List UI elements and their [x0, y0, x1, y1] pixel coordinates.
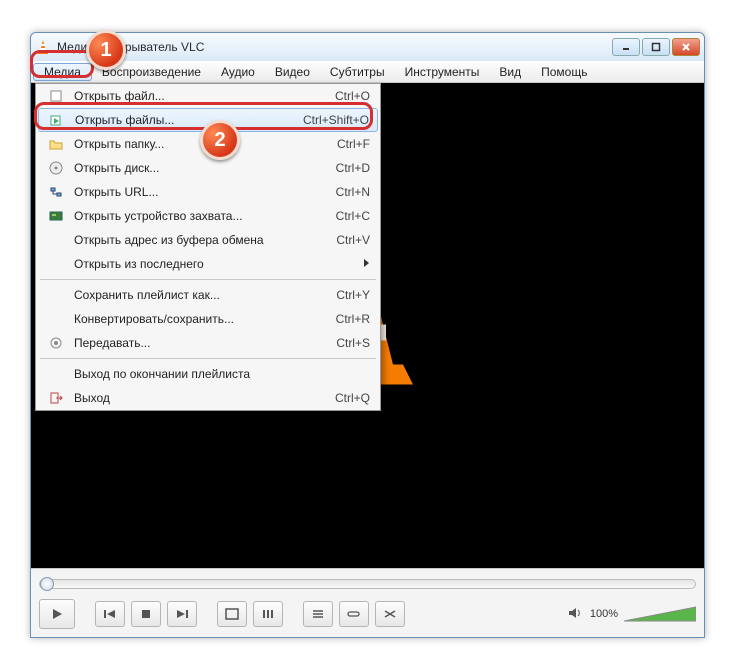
menu-subtitles[interactable]: Субтитры	[320, 62, 395, 82]
submenu-arrow-icon	[362, 257, 370, 271]
volume-slider[interactable]	[624, 605, 696, 623]
menu-item[interactable]: Выход Ctrl+Q	[36, 386, 380, 410]
loop-button[interactable]	[339, 601, 369, 627]
shuffle-button[interactable]	[375, 601, 405, 627]
ext-settings-button[interactable]	[253, 601, 283, 627]
stop-button[interactable]	[131, 601, 161, 627]
disc-icon	[46, 161, 66, 175]
menu-item-shortcut: Ctrl+F	[337, 137, 370, 151]
menu-item-shortcut: Ctrl+N	[336, 185, 370, 199]
menu-separator	[40, 279, 376, 280]
folder-icon	[46, 137, 66, 151]
menu-item-label: Открыть файл...	[74, 89, 165, 103]
titlebar: Медиапроигрыватель VLC	[31, 33, 704, 61]
card-icon	[46, 209, 66, 223]
menu-audio[interactable]: Аудио	[211, 62, 265, 82]
menu-item-label: Выход	[74, 391, 110, 405]
speaker-icon[interactable]	[568, 606, 584, 623]
menu-item-label: Конвертировать/сохранить...	[74, 312, 234, 326]
menu-tools[interactable]: Инструменты	[395, 62, 490, 82]
bottom-panel: 100%	[31, 568, 704, 637]
menu-view[interactable]: Вид	[489, 62, 531, 82]
menu-item[interactable]: Конвертировать/сохранить... Ctrl+R	[36, 307, 380, 331]
menu-item[interactable]: Выход по окончании плейлиста	[36, 362, 380, 386]
menu-help[interactable]: Помощь	[531, 62, 597, 82]
menu-item-label: Сохранить плейлист как...	[74, 288, 220, 302]
menu-item-shortcut: Ctrl+C	[336, 209, 370, 223]
menu-item-label: Открыть папку...	[74, 137, 164, 151]
stream-icon	[46, 336, 66, 350]
window-title: Медиапроигрыватель VLC	[57, 40, 204, 54]
menu-item-shortcut: Ctrl+Shift+O	[303, 113, 369, 127]
menu-item[interactable]: Открыть URL... Ctrl+N	[36, 180, 380, 204]
menu-item-shortcut: Ctrl+Q	[335, 391, 370, 405]
seek-knob[interactable]	[40, 577, 54, 591]
menubar: Медиа Воспроизведение Аудио Видео Субтит…	[31, 61, 704, 83]
fullscreen-button[interactable]	[217, 601, 247, 627]
maximize-button[interactable]	[642, 38, 670, 56]
play-button[interactable]	[39, 599, 75, 629]
menu-item-label: Открыть URL...	[74, 185, 158, 199]
annotation-badge-2: 2	[200, 120, 240, 160]
menu-separator	[40, 358, 376, 359]
playlist-button[interactable]	[303, 601, 333, 627]
menu-item[interactable]: Открыть адрес из буфера обмена Ctrl+V	[36, 228, 380, 252]
minimize-button[interactable]	[612, 38, 640, 56]
menu-video[interactable]: Видео	[265, 62, 320, 82]
menu-item[interactable]: Открыть файл... Ctrl+O	[36, 84, 380, 108]
controls: 100%	[39, 599, 696, 629]
menu-item-label: Выход по окончании плейлиста	[74, 367, 250, 381]
menu-item-shortcut: Ctrl+V	[336, 233, 370, 247]
prev-button[interactable]	[95, 601, 125, 627]
vlc-icon	[35, 39, 51, 55]
menu-item-shortcut: Ctrl+Y	[336, 288, 370, 302]
next-button[interactable]	[167, 601, 197, 627]
annotation-badge-1: 1	[86, 30, 126, 70]
menu-item-label: Открыть диск...	[74, 161, 159, 175]
menu-item-shortcut: Ctrl+S	[336, 336, 370, 350]
menu-item[interactable]: Открыть устройство захвата... Ctrl+C	[36, 204, 380, 228]
menu-item-label: Открыть файлы...	[75, 113, 174, 127]
menu-item-shortcut: Ctrl+O	[335, 89, 370, 103]
close-button[interactable]	[672, 38, 700, 56]
menu-item-label: Открыть устройство захвата...	[74, 209, 242, 223]
menu-item-shortcut: Ctrl+D	[336, 161, 370, 175]
vlc-window: Медиапроигрыватель VLC Медиа Воспроизвед…	[30, 32, 705, 638]
net-icon	[46, 185, 66, 199]
volume-label: 100%	[590, 608, 618, 620]
menu-item-label: Передавать...	[74, 336, 150, 350]
file-icon	[46, 89, 66, 103]
exit-icon	[46, 391, 66, 405]
seek-bar[interactable]	[39, 579, 696, 589]
volume-control: 100%	[568, 605, 696, 623]
menu-item[interactable]: Открыть диск... Ctrl+D	[36, 156, 380, 180]
menu-item[interactable]: Передавать... Ctrl+S	[36, 331, 380, 355]
menu-media[interactable]: Медиа	[33, 63, 92, 81]
menu-item[interactable]: Открыть из последнего	[36, 252, 380, 276]
menu-item-label: Открыть адрес из буфера обмена	[74, 233, 264, 247]
menu-item-label: Открыть из последнего	[74, 257, 204, 271]
menu-item-shortcut: Ctrl+R	[336, 312, 370, 326]
files-icon	[47, 113, 67, 127]
menu-item[interactable]: Сохранить плейлист как... Ctrl+Y	[36, 283, 380, 307]
